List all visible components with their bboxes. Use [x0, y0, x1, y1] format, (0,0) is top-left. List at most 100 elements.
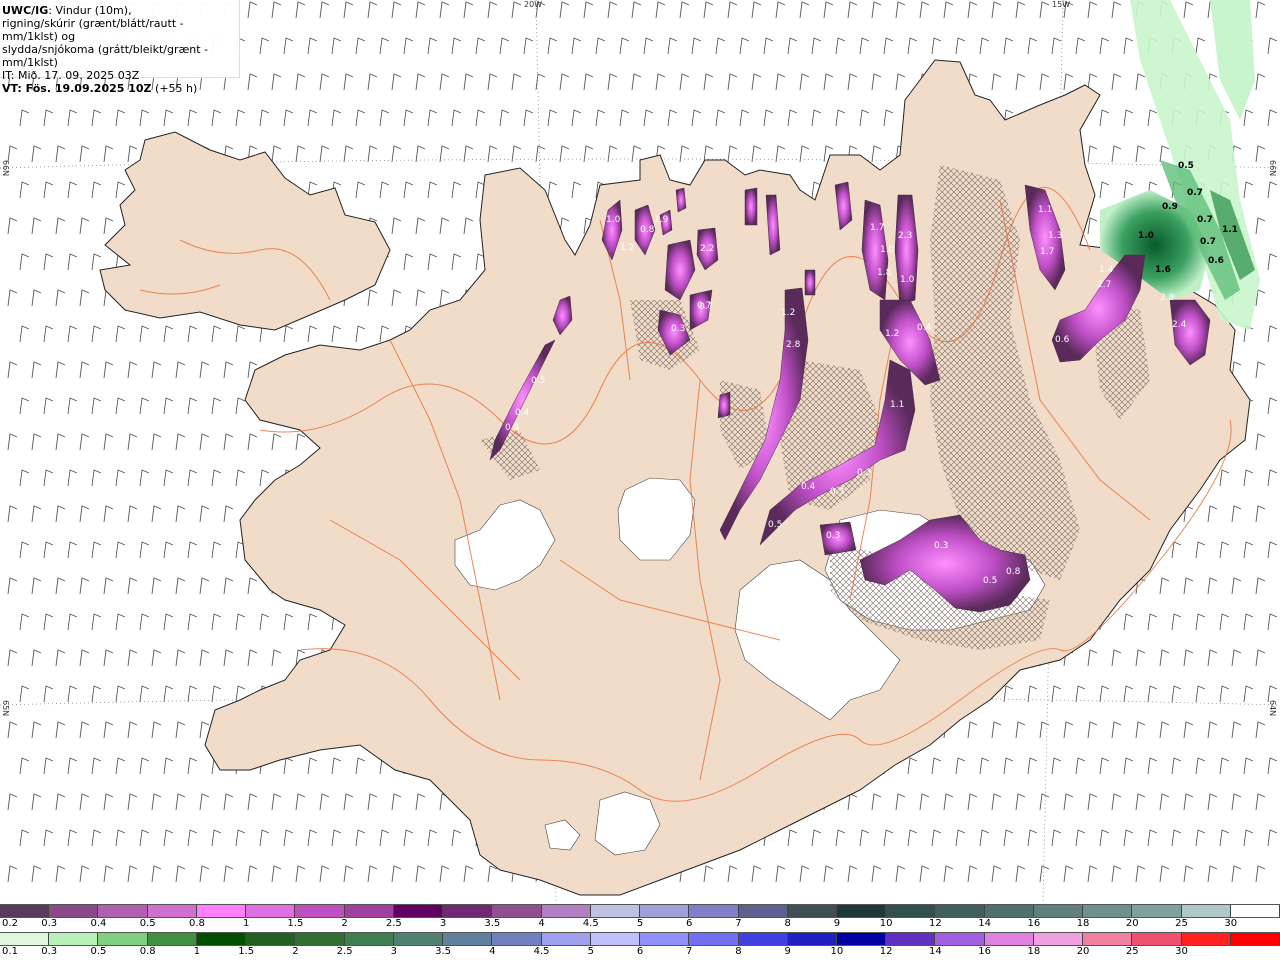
scale-tick-label: 5 [636, 918, 644, 929]
rain-value-label: 0.7 [1187, 188, 1203, 198]
color-swatch [935, 905, 985, 917]
color-swatch [787, 905, 837, 917]
color-swatch [393, 905, 444, 917]
color-swatch [640, 905, 690, 917]
snowfall-value-label: 1.9 [654, 215, 669, 225]
snowfall-value-label: 0.4 [801, 482, 816, 492]
scale-tick-label: 30 [1175, 946, 1188, 957]
snowfall-value-label: 1.2 [620, 243, 634, 253]
color-swatch [738, 905, 788, 917]
scale-tick-label: 25 [1125, 946, 1139, 957]
rain-value-label: 1.0 [1138, 231, 1154, 241]
color-swatch [787, 933, 837, 945]
color-swatch [0, 933, 50, 945]
snowfall-value-label: 2.3 [898, 231, 912, 241]
snowfall-value-label: 2.7 [1097, 280, 1111, 290]
color-swatch [935, 933, 985, 945]
scale-tick-label: 0.4 [90, 918, 107, 929]
weather-map: 1.0 0.81.9 1.2 1.7 2.3 1.8 1.0 1.2 0.4 1.1 2.8 1.2 0… [0, 0, 1280, 903]
color-swatch [295, 905, 345, 917]
scale-tick-label: 2 [292, 946, 299, 957]
scale-tick-label: 3.5 [484, 918, 501, 929]
color-swatch [836, 905, 887, 917]
snowfall-value-label: 0.8 [640, 225, 655, 235]
lon-label-20w: 20W [524, 0, 543, 9]
rain-color-bar [0, 932, 1280, 946]
scale-tick-label: 2 [341, 918, 348, 929]
snowfall-value-label: 1.7 [870, 223, 884, 233]
scale-tick-label: 0.3 [41, 946, 58, 957]
scale-tick-label: 0.8 [139, 946, 156, 957]
scale-tick-label: 20 [1125, 918, 1139, 929]
scale-tick-label: 12 [929, 918, 942, 929]
color-swatch [246, 905, 296, 917]
color-swatch [738, 933, 788, 945]
snowfall-value-label: 1.2 [781, 308, 795, 318]
color-swatch [0, 905, 50, 917]
snowfall-value-label: 0.3 [857, 468, 871, 478]
scale-tick-label: 18 [1027, 946, 1041, 957]
color-swatch [246, 933, 296, 945]
color-swatch [590, 933, 641, 945]
scale-tick-label: 3 [439, 918, 447, 929]
color-swatch [541, 905, 591, 917]
scale-tick-label: 18 [1076, 918, 1090, 929]
color-swatch [344, 933, 394, 945]
color-swatch [836, 933, 887, 945]
scale-tick-label: 0.1 [2, 946, 18, 957]
color-swatch [295, 933, 345, 945]
scale-tick-label: 14 [978, 918, 991, 929]
snowfall-value-label: 1.8 [877, 268, 892, 278]
scale-tick-label: 0.5 [90, 946, 107, 957]
rain-value-label: 0.7 [1200, 237, 1216, 247]
color-swatch [393, 933, 444, 945]
scale-tick-label: 0.5 [139, 918, 156, 929]
scale-tick-label: 8 [784, 918, 791, 929]
snowfall-value-label: 0.6 [1055, 335, 1070, 345]
snowfall-value-label: 2.8 [1160, 293, 1175, 303]
color-swatch [443, 905, 493, 917]
scale-tick-label: 30 [1224, 918, 1238, 929]
scale-tick-label: 0.3 [41, 918, 58, 929]
initial-time: IT: Mið. 17. 09. 2025 03Z [2, 69, 140, 82]
snowfall-value-label: 0.3 [830, 487, 844, 497]
snowfall-value-label: 2.4 [1172, 320, 1187, 330]
snowfall-value-label: 1.1 [890, 400, 904, 410]
rain-value-label: 1.6 [1155, 265, 1171, 275]
scale-tick-label: 5 [587, 946, 594, 957]
snowfall-value-label: 0.3 [826, 531, 840, 541]
scale-tick-label: 7 [735, 918, 742, 929]
color-swatch [98, 933, 148, 945]
color-swatch [640, 933, 690, 945]
color-swatch [1132, 933, 1182, 945]
rain-color-scale: 0.1 0.3 0.5 0.8 1 1.5 2 2.5 3 3.5 4 4.5 5 6 7 8 9 10 12 14 1… [0, 932, 1280, 960]
color-swatch [98, 905, 148, 917]
scale-tick-label: 4 [489, 946, 496, 957]
rain-value-label: 0.6 [1208, 256, 1224, 266]
rain-value-label: 0.9 [1162, 202, 1178, 212]
color-swatch [344, 905, 394, 917]
scale-tick-label: 0.2 [2, 918, 18, 929]
scale-tick-label: 0.8 [188, 918, 205, 929]
snowfall-value-label: 1.2 [885, 329, 899, 339]
forecast-hours: (+55 h) [151, 82, 198, 95]
snowfall-value-label: 0.3 [934, 541, 948, 551]
color-swatch [689, 905, 739, 917]
rain-value-label: 0.7 [1197, 215, 1213, 225]
valid-time: VT: Fös. 19.09.2025 10Z [2, 82, 152, 95]
title-line2: rigning/skúrir (grænt/blátt/rautt - mm/1… [2, 17, 184, 43]
color-swatch [196, 905, 247, 917]
lat-label-65n-left: 65N [1, 700, 10, 717]
lat-label-66n-right: 66N [1268, 160, 1277, 177]
snowfall-value-label: 1.4 [1099, 265, 1114, 275]
scale-tick-label: 1 [242, 918, 250, 929]
snowfall-value-label: 0.5 [531, 376, 545, 386]
color-swatch [1083, 905, 1133, 917]
scale-tick-label: 1.5 [287, 918, 304, 929]
snowfall-value-label: 0.4 [515, 408, 530, 418]
snowfall-value-label: 1.7 [1040, 247, 1054, 257]
snowfall-value-label: 0.7 [699, 302, 713, 312]
scale-tick-label: 6 [636, 946, 644, 957]
snowfall-value-label: 1.0 [606, 215, 621, 225]
lat-label-66n-left: 66N [1, 160, 10, 177]
